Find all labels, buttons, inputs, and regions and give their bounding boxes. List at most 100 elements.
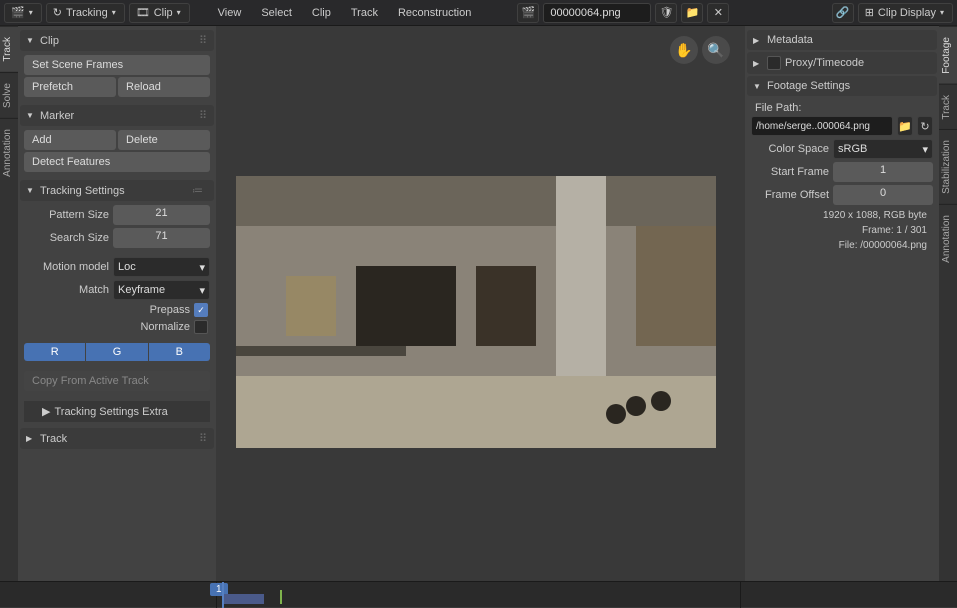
drag-dots-icon: ⠿ (199, 109, 208, 122)
marker-panel-body: Add Delete Detect Features (20, 126, 214, 178)
marker-panel-title: Marker (40, 110, 74, 122)
colorspace-select[interactable]: sRGB ▾ (833, 139, 933, 159)
prepass-label: Prepass (150, 304, 190, 316)
timeline[interactable]: 1 (0, 581, 957, 607)
start-frame-label: Start Frame (751, 166, 829, 178)
match-label: Match (24, 284, 109, 296)
frame-offset-label: Frame Offset (751, 189, 829, 201)
pattern-size-field[interactable]: 21 (113, 205, 210, 225)
clip-browse-icon[interactable]: 🎬 (517, 3, 539, 23)
open-file-button[interactable]: 📁 (681, 3, 703, 23)
chevron-down-icon: ▾ (922, 143, 928, 156)
viewport-controls: ✋ 🔍 (670, 36, 730, 64)
delete-marker-button[interactable]: Delete (118, 130, 210, 150)
tracking-settings-title: Tracking Settings (40, 185, 125, 197)
menu-track[interactable]: Track (343, 5, 386, 21)
right-panel: ▶ Metadata ▶ Proxy/Timecode ▼ Footage Se… (745, 26, 939, 581)
fake-user-button[interactable]: 🛡 (655, 3, 677, 23)
clip-panel-header[interactable]: ▼ Clip ⠿ (20, 30, 214, 51)
colorspace-value: sRGB (838, 143, 867, 155)
prepass-checkbox[interactable]: ✓ (194, 303, 208, 317)
reload-file-button[interactable]: ↻ (917, 116, 933, 136)
tracking-settings-body: Pattern Size 21 Search Size 71 Motion mo… (20, 201, 214, 426)
chevron-down-icon: ▾ (940, 8, 944, 17)
unlink-button[interactable]: ✕ (707, 3, 729, 23)
left-panel: ▼ Clip ⠿ Set Scene Frames Prefetch Reloa… (18, 26, 216, 581)
chevron-down-icon: ▾ (177, 8, 181, 17)
motion-model-select[interactable]: Loc▾ (113, 257, 210, 277)
proxy-checkbox[interactable] (767, 56, 781, 70)
mode-label: Tracking (66, 7, 108, 19)
search-size-field[interactable]: 71 (113, 228, 210, 248)
channel-r-button[interactable]: R (24, 343, 85, 361)
chevron-right-icon: ▶ (26, 434, 36, 443)
chevron-down-icon: ▼ (26, 111, 36, 120)
menu-select[interactable]: Select (253, 5, 300, 21)
left-vertical-tabs: Track Solve Annotation (0, 26, 18, 581)
proxy-header[interactable]: ▶ Proxy/Timecode (747, 52, 937, 74)
vtab-stabilization[interactable]: Stabilization (939, 129, 957, 204)
copy-from-active-button[interactable]: Copy From Active Track (24, 371, 210, 391)
clip-display-label: Clip Display (878, 7, 936, 19)
chevron-down-icon: ▾ (199, 261, 205, 274)
vtab-footage[interactable]: Footage (939, 26, 957, 84)
cursor-icon: ↻ (53, 6, 62, 19)
footage-settings-body: File Path: 📁 ↻ Color Space sRGB▾ Start F… (747, 96, 937, 257)
clip-mode-dropdown[interactable]: 🎞Clip▾ (129, 3, 190, 23)
dimensions-info: 1920 x 1088, RGB byte (751, 208, 933, 223)
display-icon: ⊞ (865, 6, 874, 19)
clip-display-dropdown[interactable]: ⊞ Clip Display ▾ (858, 3, 953, 23)
motion-model-label: Motion model (24, 261, 109, 273)
track-panel-header[interactable]: ▶ Track ⠿ (20, 428, 214, 449)
clip-image-svg (236, 176, 716, 448)
pan-view-button[interactable]: ✋ (670, 36, 698, 64)
clip-mode-label: Clip (154, 7, 173, 19)
chevron-right-icon: ▶ (42, 405, 50, 418)
menu-reconstruction[interactable]: Reconstruction (390, 5, 479, 21)
tracking-extra-header[interactable]: ▶ Tracking Settings Extra (24, 401, 210, 422)
set-scene-frames-button[interactable]: Set Scene Frames (24, 55, 210, 75)
presets-icon[interactable]: ≔ (192, 184, 204, 197)
proxy-title: Proxy/Timecode (785, 57, 864, 69)
browse-file-button[interactable]: 📁 (897, 116, 913, 136)
prefetch-button[interactable]: Prefetch (24, 77, 116, 97)
pin-button[interactable]: 🔗 (832, 3, 854, 23)
frame-offset-field[interactable]: 0 (833, 185, 933, 205)
filepath-input[interactable] (751, 116, 893, 136)
vtab-annotation[interactable]: Annotation (0, 118, 18, 187)
marker-panel-header[interactable]: ▼ Marker ⠿ (20, 105, 214, 126)
start-frame-field[interactable]: 1 (833, 162, 933, 182)
add-marker-button[interactable]: Add (24, 130, 116, 150)
zoom-view-button[interactable]: 🔍 (702, 36, 730, 64)
vtab-annotation-right[interactable]: Annotation (939, 204, 957, 273)
colorspace-label: Color Space (751, 143, 829, 155)
timeline-right-separator (740, 582, 741, 608)
vtab-track-right[interactable]: Track (939, 84, 957, 130)
frame-info: Frame: 1 / 301 (751, 223, 933, 238)
vtab-solve[interactable]: Solve (0, 72, 18, 118)
metadata-title: Metadata (767, 34, 813, 46)
top-toolbar: 🎬▾ ↻Tracking▾ 🎞Clip▾ View Select Clip Tr… (0, 0, 957, 26)
detect-features-button[interactable]: Detect Features (24, 152, 210, 172)
normalize-checkbox[interactable] (194, 320, 208, 334)
search-size-label: Search Size (24, 232, 109, 244)
tracking-settings-header[interactable]: ▼ Tracking Settings ≔ (20, 180, 214, 201)
chevron-right-icon: ▶ (753, 59, 763, 68)
menu-view[interactable]: View (210, 5, 250, 21)
menu-clip[interactable]: Clip (304, 5, 339, 21)
match-select[interactable]: Keyframe▾ (113, 280, 210, 300)
chevron-right-icon: ▶ (753, 36, 763, 45)
reload-button[interactable]: Reload (118, 77, 210, 97)
channel-b-button[interactable]: B (149, 343, 210, 361)
timeline-cached-range (224, 594, 264, 604)
channel-g-button[interactable]: G (86, 343, 147, 361)
clip-viewport[interactable]: ✋ 🔍 (216, 26, 745, 581)
metadata-header[interactable]: ▶ Metadata (747, 30, 937, 50)
mode-dropdown[interactable]: ↻Tracking▾ (46, 3, 125, 23)
editor-type-dropdown[interactable]: 🎬▾ (4, 3, 42, 23)
footage-settings-header[interactable]: ▼ Footage Settings (747, 76, 937, 96)
vtab-track[interactable]: Track (0, 26, 18, 72)
clip-image (236, 176, 716, 448)
timeline-keyframe-marker (280, 590, 282, 604)
clip-filename-input[interactable] (543, 3, 651, 23)
